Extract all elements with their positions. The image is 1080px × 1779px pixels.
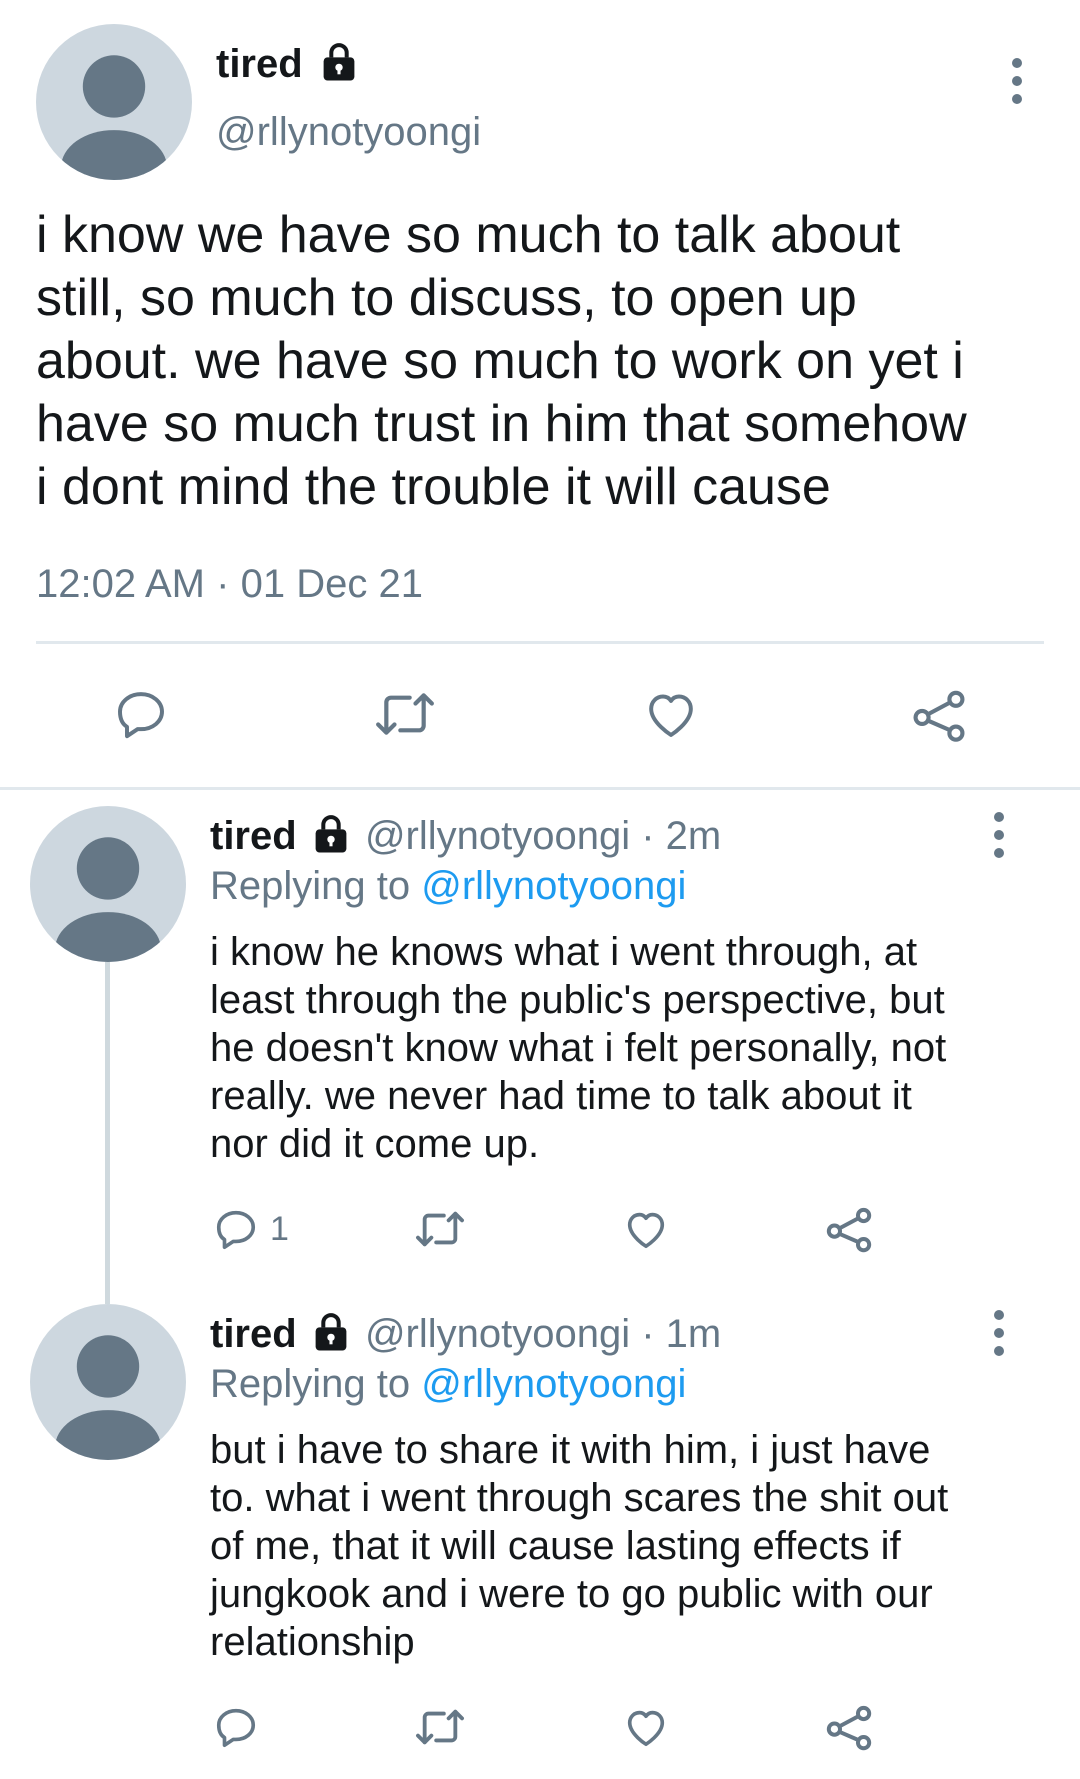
retweet-icon — [416, 1709, 464, 1745]
reply-icon — [118, 692, 164, 739]
handle[interactable]: @rllynotyoongi — [365, 814, 630, 858]
retweet-button[interactable] — [372, 686, 438, 742]
default-avatar-icon — [60, 55, 168, 180]
handle[interactable]: @rllynotyoongi — [216, 108, 481, 156]
avatar[interactable] — [30, 1304, 186, 1460]
lock-icon — [323, 43, 355, 81]
more-options-icon[interactable] — [1002, 58, 1032, 104]
divider — [36, 641, 1044, 644]
tweet-text: i know he knows what i went through, at … — [210, 930, 947, 1166]
reply-button[interactable] — [212, 1704, 260, 1750]
timestamp[interactable]: 12:02 AM · 01 Dec 21 — [36, 560, 423, 608]
tweet-header: tired @rllynotyoongi · 2m — [210, 812, 721, 860]
reply-button[interactable]: 1 — [212, 1206, 289, 1252]
share-button[interactable] — [910, 686, 968, 744]
thread-line — [105, 962, 110, 1304]
mention-link[interactable]: @rllynotyoongi — [421, 864, 686, 908]
tweet-age: · 1m — [641, 1312, 722, 1356]
like-icon — [627, 1212, 665, 1249]
retweet-icon — [416, 1211, 464, 1247]
replying-to: Replying to @rllynotyoongi — [210, 1362, 687, 1406]
tweet-age: · 2m — [641, 814, 722, 858]
retweet-button[interactable] — [412, 1206, 468, 1252]
reply-icon — [216, 1708, 256, 1748]
retweet-button[interactable] — [412, 1704, 468, 1750]
mention-link[interactable]: @rllynotyoongi — [421, 1362, 686, 1406]
lock-icon — [315, 815, 347, 853]
display-name[interactable]: tired — [216, 42, 303, 86]
replying-to: Replying to @rllynotyoongi — [210, 864, 687, 908]
like-button[interactable] — [642, 686, 700, 742]
more-options-icon[interactable] — [984, 812, 1014, 858]
more-options-icon[interactable] — [984, 1310, 1014, 1356]
reply-count: 1 — [270, 1209, 289, 1248]
handle[interactable]: @rllynotyoongi — [365, 1312, 630, 1356]
tweet-text: but i have to share it with him, i just … — [210, 1428, 949, 1664]
reply-button[interactable] — [112, 686, 170, 742]
display-name[interactable]: tired — [210, 814, 297, 858]
share-button[interactable] — [824, 1204, 874, 1254]
tweet-text: i know we have so much to talk about sti… — [36, 206, 967, 516]
section-divider — [0, 787, 1080, 790]
share-icon — [826, 1207, 872, 1253]
like-icon — [627, 1710, 665, 1747]
default-avatar-icon — [54, 837, 162, 962]
reply-icon — [216, 1210, 256, 1250]
like-button[interactable] — [622, 1206, 670, 1252]
share-icon — [826, 1705, 872, 1751]
avatar[interactable] — [36, 24, 192, 180]
avatar[interactable] — [30, 806, 186, 962]
share-button[interactable] — [824, 1702, 874, 1752]
display-name[interactable]: tired — [210, 1312, 297, 1356]
like-button[interactable] — [622, 1704, 670, 1750]
like-icon — [649, 694, 693, 737]
retweet-icon — [376, 693, 434, 735]
lock-icon — [315, 1313, 347, 1351]
tweet-header: tired @rllynotyoongi · 1m — [210, 1310, 721, 1358]
default-avatar-icon — [54, 1335, 162, 1460]
share-icon — [913, 690, 965, 742]
